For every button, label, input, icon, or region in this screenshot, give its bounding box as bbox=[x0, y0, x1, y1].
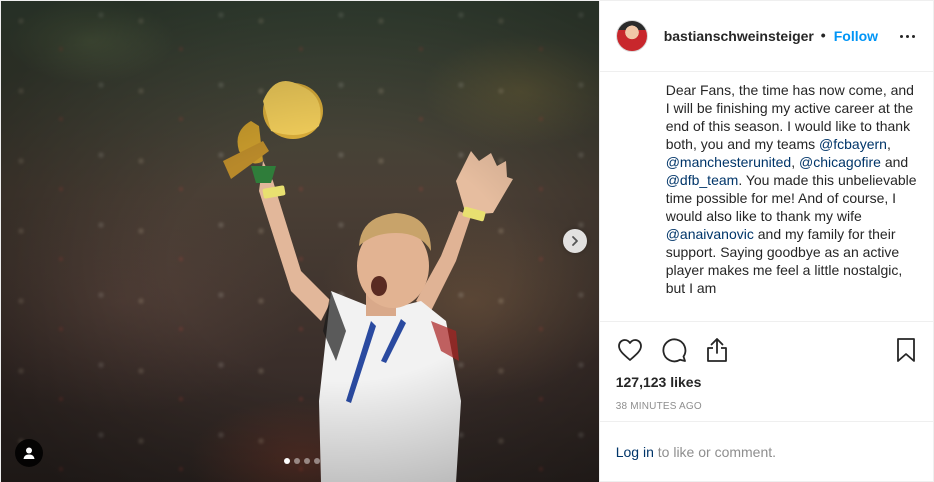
mention-link[interactable]: @anaivanovic bbox=[666, 226, 754, 242]
login-link[interactable]: Log in bbox=[616, 444, 654, 460]
carousel-dot bbox=[314, 458, 320, 464]
username-link[interactable]: bastianschweinsteiger bbox=[664, 28, 814, 44]
caption-text: and bbox=[880, 154, 909, 170]
person-icon bbox=[23, 447, 35, 459]
like-button[interactable] bbox=[616, 336, 644, 364]
post-caption: Dear Fans, the time has now come, and I … bbox=[666, 81, 918, 317]
bookmark-icon bbox=[896, 338, 915, 362]
carousel-dot bbox=[284, 458, 290, 464]
post-photo[interactable] bbox=[1, 1, 599, 482]
more-options-button[interactable] bbox=[899, 28, 916, 44]
ellipsis-icon bbox=[905, 34, 909, 38]
login-prompt-text: to like or comment. bbox=[653, 444, 777, 460]
heart-icon bbox=[617, 339, 642, 361]
carousel-dot bbox=[294, 458, 300, 464]
mention-link[interactable]: @dfb_team bbox=[666, 172, 739, 188]
ellipsis-icon bbox=[899, 34, 903, 38]
header-separator: • bbox=[820, 27, 826, 43]
tagged-people-button[interactable] bbox=[15, 439, 43, 467]
avatar[interactable] bbox=[615, 20, 648, 52]
follow-button[interactable]: Follow bbox=[834, 28, 878, 44]
photo-vignette bbox=[1, 1, 599, 482]
mention-link[interactable]: @fcbayern bbox=[819, 136, 887, 152]
post-sidebar: bastianschweinsteiger • Follow Dear Fans… bbox=[598, 1, 934, 482]
comment-icon bbox=[662, 338, 686, 363]
mention-link[interactable]: @manchesterunited bbox=[666, 154, 792, 170]
caption-text: , bbox=[791, 154, 800, 170]
instagram-post: bastianschweinsteiger • Follow Dear Fans… bbox=[0, 0, 934, 482]
comment-button[interactable] bbox=[660, 336, 688, 364]
login-prompt: Log in to like or comment. bbox=[616, 444, 776, 460]
share-button[interactable] bbox=[703, 336, 731, 364]
post-actions bbox=[599, 321, 934, 363]
share-icon bbox=[706, 338, 727, 362]
likes-count[interactable]: 127,123 likes bbox=[616, 374, 702, 390]
post-timestamp[interactable]: 38 MINUTES AGO bbox=[616, 401, 702, 412]
comment-bar: Log in to like or comment. bbox=[599, 421, 934, 482]
mention-link[interactable]: @chicagofire bbox=[799, 154, 881, 170]
carousel-dot bbox=[304, 458, 310, 464]
carousel-indicator bbox=[284, 458, 320, 464]
next-photo-button[interactable] bbox=[563, 229, 587, 253]
post-header: bastianschweinsteiger • Follow bbox=[599, 1, 934, 72]
chevron-right-icon bbox=[572, 236, 578, 246]
save-button[interactable] bbox=[892, 336, 920, 364]
ellipsis-icon bbox=[911, 34, 915, 38]
caption-text: , bbox=[886, 136, 891, 152]
